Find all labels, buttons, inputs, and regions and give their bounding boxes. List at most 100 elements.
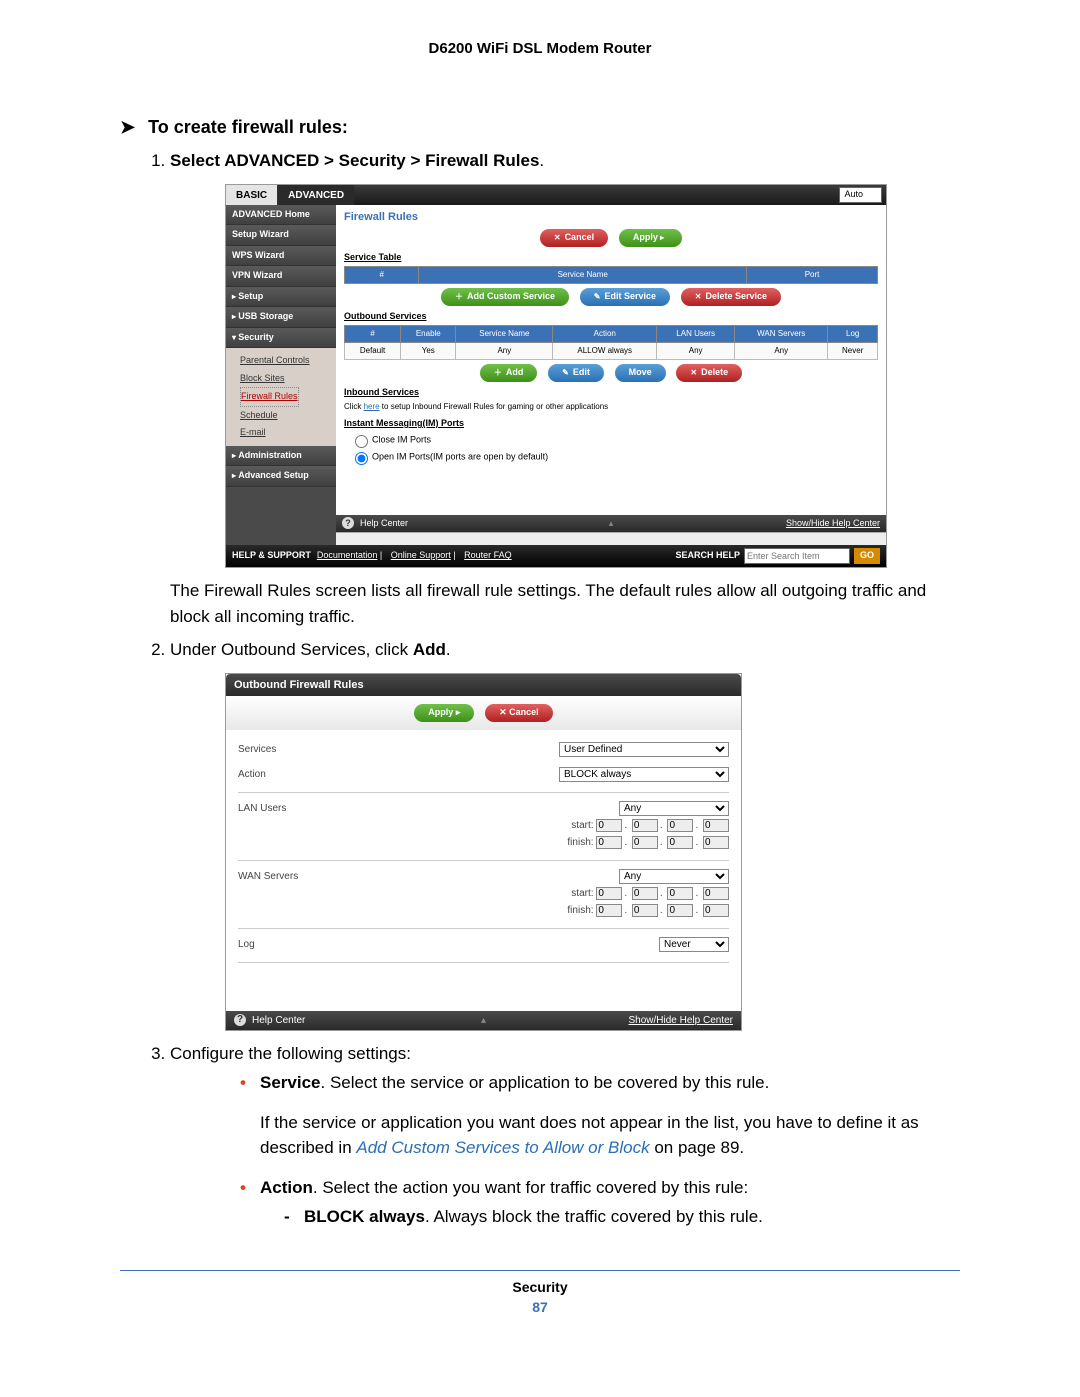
service-table: # Service Name Port	[344, 266, 878, 284]
ui2-title: Outbound Firewall Rules	[226, 674, 741, 697]
lan-users-select[interactable]: Any	[619, 801, 729, 816]
sidebar-setup[interactable]: Setup	[226, 287, 336, 308]
help-icon[interactable]: ?	[234, 1014, 246, 1026]
outbound-heading: Outbound Services	[344, 310, 878, 324]
wan-finish-4[interactable]	[703, 904, 729, 917]
col-log: Log	[828, 326, 878, 343]
sidebar-schedule[interactable]: Schedule	[240, 407, 336, 425]
lan-finish-3[interactable]	[667, 836, 693, 849]
step-1: Select ADVANCED > Security > Firewall Ru…	[170, 148, 960, 629]
support-bar: HELP & SUPPORT Documentation | Online Su…	[226, 545, 886, 567]
auto-select[interactable]: Auto	[839, 187, 882, 203]
move-button[interactable]: Move	[615, 364, 666, 382]
tab-basic[interactable]: BASIC	[226, 185, 278, 205]
tab-advanced[interactable]: ADVANCED	[278, 185, 354, 205]
wan-start-3[interactable]	[667, 887, 693, 900]
footer-page-number: 87	[120, 1299, 960, 1315]
plus-icon: ＋	[455, 292, 463, 301]
col-lan: LAN Users	[657, 326, 735, 343]
lan-start-4[interactable]	[703, 819, 729, 832]
open-im-label: Open IM Ports(IM ports are open by defau…	[372, 451, 548, 461]
delete-service-button[interactable]: ✕Delete Service	[681, 288, 781, 306]
sidebar-vpn-wizard[interactable]: VPN Wizard	[226, 266, 336, 287]
lan-finish-1[interactable]	[596, 836, 622, 849]
outbound-table: # Enable Service Name Action LAN Users W…	[344, 325, 878, 360]
sidebar-administration[interactable]: Administration	[226, 446, 336, 467]
step-2: Under Outbound Services, click Add. Outb…	[170, 637, 960, 1031]
sidebar-advanced-setup[interactable]: Advanced Setup	[226, 466, 336, 487]
page-header: D6200 WiFi DSL Modem Router	[120, 40, 960, 57]
open-im-radio[interactable]	[355, 452, 368, 465]
inbound-note: Click here to setup Inbound Firewall Rul…	[344, 401, 878, 413]
col-port: Port	[747, 267, 878, 284]
bullet-service: Service. Select the service or applicati…	[240, 1070, 960, 1161]
lan-start-1[interactable]	[596, 819, 622, 832]
x-icon: ✕	[695, 292, 702, 301]
lan-start-2[interactable]	[632, 819, 658, 832]
help-center-label: Help Center	[360, 517, 408, 531]
wan-finish-3[interactable]	[667, 904, 693, 917]
add-custom-service-button[interactable]: ＋Add Custom Service	[441, 288, 569, 306]
cancel-button[interactable]: ✕Cancel	[540, 229, 608, 247]
col-action: Action	[553, 326, 657, 343]
service-table-heading: Service Table	[344, 251, 878, 265]
plus-icon: ＋	[494, 368, 502, 377]
help-support-label: HELP & SUPPORT	[232, 549, 311, 563]
search-help-label: SEARCH HELP	[675, 549, 740, 563]
footer-section: Security	[120, 1279, 960, 1295]
go-button[interactable]: GO	[854, 548, 880, 564]
wan-servers-label: WAN Servers	[238, 869, 438, 884]
ui2-cancel-button[interactable]: ✕ Cancel	[485, 704, 553, 722]
wan-finish-1[interactable]	[596, 904, 622, 917]
wan-start-1[interactable]	[596, 887, 622, 900]
sidebar-email[interactable]: E-mail	[240, 424, 336, 442]
chevron-up-icon[interactable]: ▴	[481, 1013, 486, 1028]
lan-finish-4[interactable]	[703, 836, 729, 849]
inbound-heading: Inbound Services	[344, 386, 878, 400]
sidebar-security[interactable]: Security	[226, 328, 336, 349]
sidebar-usb-storage[interactable]: USB Storage	[226, 307, 336, 328]
sidebar-wps-wizard[interactable]: WPS Wizard	[226, 246, 336, 267]
inbound-link[interactable]: here	[364, 402, 380, 411]
router-faq-link[interactable]: Router FAQ	[464, 550, 512, 560]
sidebar-advanced-home[interactable]: ADVANCED Home	[226, 205, 336, 226]
help-icon[interactable]: ?	[342, 517, 354, 529]
docs-link[interactable]: Documentation	[317, 550, 378, 560]
sidebar: ADVANCED Home Setup Wizard WPS Wizard VP…	[226, 205, 336, 546]
services-select[interactable]: User Defined	[559, 742, 729, 757]
search-input[interactable]	[744, 548, 850, 564]
sidebar-parental-controls[interactable]: Parental Controls	[240, 352, 336, 370]
ui2-apply-button[interactable]: Apply ▸	[414, 704, 474, 722]
ui2-show-hide[interactable]: Show/Hide Help Center	[629, 1013, 734, 1028]
arrow-icon: ➤	[120, 117, 135, 137]
lan-start-3[interactable]	[667, 819, 693, 832]
action-label: Action	[238, 767, 438, 782]
horizontal-scrollbar[interactable]	[336, 532, 886, 545]
wan-servers-select[interactable]: Any	[619, 869, 729, 884]
table-row[interactable]: Default Yes Any ALLOW always Any Any Nev…	[345, 343, 878, 360]
lan-finish-2[interactable]	[632, 836, 658, 849]
delete-button[interactable]: ✕Delete	[676, 364, 742, 382]
action-select[interactable]: BLOCK always	[559, 767, 729, 782]
sidebar-setup-wizard[interactable]: Setup Wizard	[226, 225, 336, 246]
wan-start-2[interactable]	[632, 887, 658, 900]
edit-service-button[interactable]: ✎Edit Service	[580, 288, 670, 306]
add-button[interactable]: ＋Add	[480, 364, 538, 382]
show-hide-help[interactable]: Show/Hide Help Center	[786, 517, 880, 531]
sidebar-firewall-rules[interactable]: Firewall Rules	[240, 387, 299, 407]
wan-finish-2[interactable]	[632, 904, 658, 917]
apply-button[interactable]: Apply ▸	[619, 229, 682, 247]
play-icon: ▸	[658, 233, 664, 242]
close-im-radio[interactable]	[355, 435, 368, 448]
sidebar-block-sites[interactable]: Block Sites	[240, 370, 336, 388]
log-label: Log	[238, 937, 438, 952]
pencil-icon: ✎	[562, 368, 569, 377]
edit-button[interactable]: ✎Edit	[548, 364, 604, 382]
panel-title: Firewall Rules	[344, 209, 878, 226]
chevron-up-icon[interactable]: ▴	[609, 517, 614, 531]
log-select[interactable]: Never	[659, 937, 729, 952]
online-support-link[interactable]: Online Support	[391, 550, 451, 560]
wan-start-4[interactable]	[703, 887, 729, 900]
col-service-name: Service Name	[456, 326, 553, 343]
xref-custom-services[interactable]: Add Custom Services to Allow or Block	[356, 1138, 649, 1157]
